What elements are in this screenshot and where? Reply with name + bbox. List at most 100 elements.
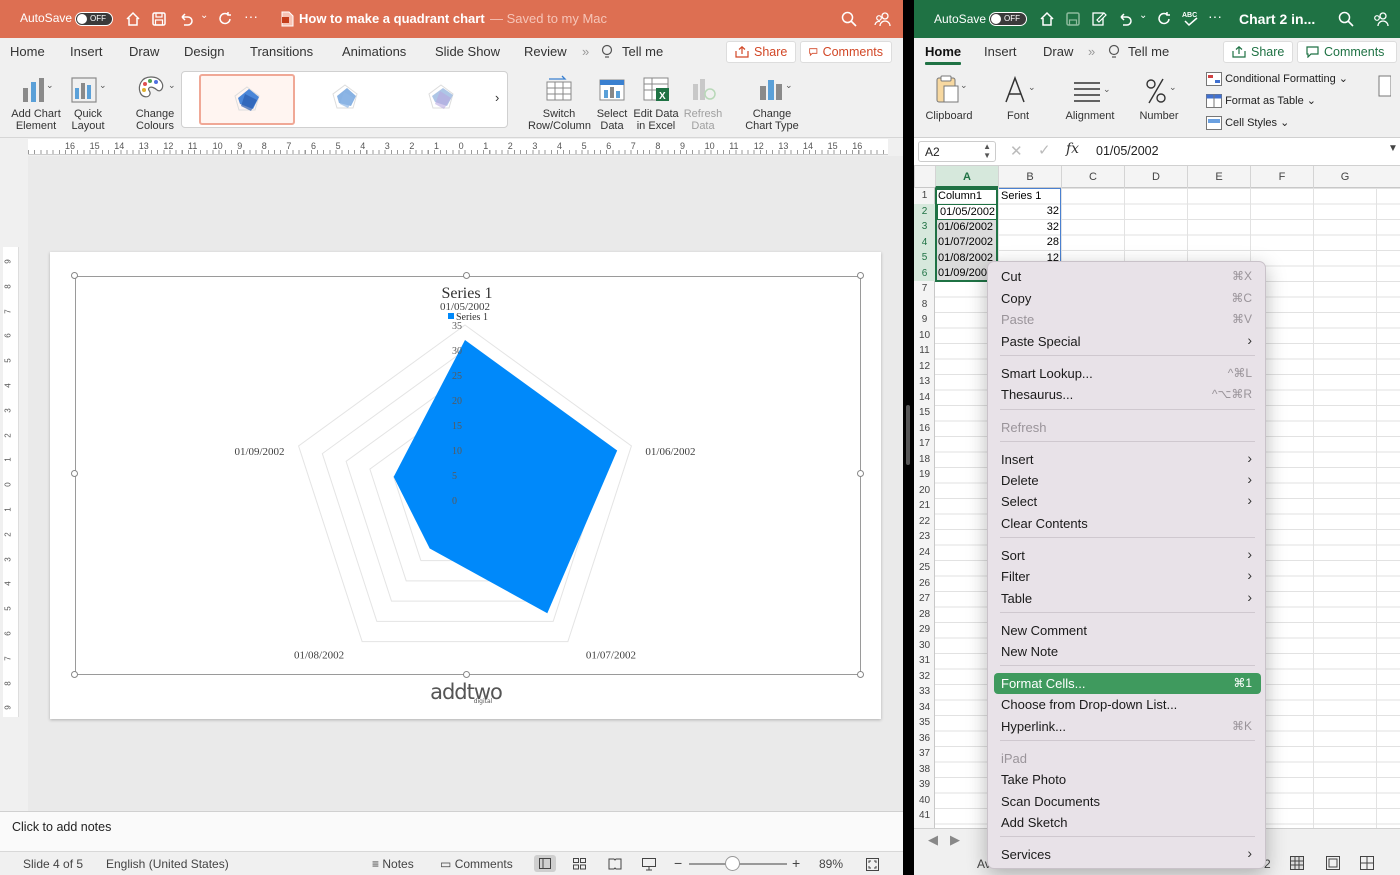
formula-input[interactable]: 01/05/2002 — [1096, 144, 1159, 158]
cell-a2[interactable]: 01/05/2002 — [937, 204, 997, 220]
column-header-b[interactable]: B — [998, 166, 1061, 188]
comments-button[interactable]: Comments — [1297, 41, 1397, 63]
page-layout-icon[interactable] — [1326, 856, 1340, 870]
row-header-7[interactable]: 7 — [914, 281, 935, 297]
row-header-23[interactable]: 23 — [914, 529, 935, 545]
font-button[interactable]: ⌄ Font — [994, 74, 1042, 122]
edit-icon[interactable] — [1091, 11, 1107, 27]
column-header-f[interactable]: F — [1250, 166, 1313, 188]
zoom-out-icon[interactable]: − — [674, 855, 682, 871]
autosave-toggle[interactable]: OFF — [75, 12, 113, 26]
clipboard-button[interactable]: ⌄ Clipboard — [924, 74, 974, 122]
row-header-37[interactable]: 37 — [914, 746, 935, 762]
reading-view-icon[interactable] — [608, 858, 622, 870]
autosave-toggle[interactable]: OFF — [989, 12, 1027, 26]
divider-grip[interactable] — [906, 405, 910, 465]
row-header-18[interactable]: 18 — [914, 452, 935, 468]
add-chart-element-button[interactable]: ⌄ Add Chart Element — [10, 74, 62, 132]
row-header-24[interactable]: 24 — [914, 545, 935, 561]
tab-insert[interactable]: Insert — [70, 44, 103, 59]
cell-styles-button[interactable]: Cell Styles ⌄ — [1206, 116, 1289, 131]
tab-design[interactable]: Design — [184, 44, 224, 59]
alignment-button[interactable]: ⌄ Alignment — [1062, 74, 1118, 122]
menu-item-filter[interactable]: Filter › — [994, 566, 1261, 587]
tab-slide-show[interactable]: Slide Show — [435, 44, 500, 59]
tab-insert[interactable]: Insert — [984, 44, 1017, 59]
cells-group-icon[interactable] — [1377, 74, 1391, 98]
fit-to-window-icon[interactable] — [866, 858, 879, 871]
cell-b1[interactable]: Series 1 — [999, 189, 1061, 205]
chart-style-1[interactable] — [199, 74, 295, 125]
column-header-g[interactable]: G — [1313, 166, 1376, 188]
row-header-27[interactable]: 27 — [914, 591, 935, 607]
menu-item-paste-special[interactable]: Paste Special › — [994, 331, 1261, 352]
formula-expand-icon[interactable]: ▼ — [1388, 143, 1398, 154]
split-view-divider[interactable] — [903, 0, 914, 875]
sheet-prev-icon[interactable]: ◀ — [928, 832, 938, 848]
menu-item-take-photo[interactable]: Take Photo — [994, 769, 1261, 790]
row-header-15[interactable]: 15 — [914, 405, 935, 421]
more-icon[interactable]: ··· — [244, 8, 258, 24]
tell-me-search[interactable]: Tell me — [622, 44, 663, 59]
row-header-30[interactable]: 30 — [914, 638, 935, 654]
home-icon[interactable] — [125, 11, 141, 27]
undo-icon[interactable] — [178, 11, 194, 27]
menu-item-paste[interactable]: Paste ⌘V — [994, 309, 1261, 330]
row-header-2[interactable]: 2 — [914, 203, 935, 219]
tab-transitions[interactable]: Transitions — [250, 44, 313, 59]
row-header-9[interactable]: 9 — [914, 312, 935, 328]
menu-item-services[interactable]: Services › — [994, 844, 1261, 865]
tab-draw[interactable]: Draw — [1043, 44, 1073, 59]
comments-toggle[interactable]: ▭ Comments — [440, 857, 513, 871]
function-icon[interactable]: fx — [1066, 141, 1079, 157]
save-icon[interactable] — [1065, 11, 1081, 27]
normal-view-icon[interactable] — [1290, 856, 1304, 870]
edit-data-in-excel-button[interactable]: X Edit Data in Excel — [632, 74, 680, 132]
menu-item-ipad[interactable]: iPad — [994, 748, 1261, 769]
menu-item-choose-from-drop-down-list[interactable]: Choose from Drop-down List... — [994, 694, 1261, 715]
menu-item-select[interactable]: Select › — [994, 491, 1261, 512]
normal-view-button[interactable] — [534, 855, 556, 872]
series-1-area[interactable] — [393, 340, 618, 614]
conditional-formatting-button[interactable]: Conditional Formatting ⌄ — [1206, 72, 1348, 87]
redo-icon[interactable] — [217, 11, 233, 27]
select-all-corner[interactable] — [914, 166, 935, 188]
row-header-1[interactable]: 1 — [914, 188, 935, 204]
share-button[interactable]: Share — [1223, 41, 1294, 63]
menu-item-scan-documents[interactable]: Scan Documents — [994, 791, 1261, 812]
gallery-next-icon[interactable]: › — [495, 90, 499, 105]
search-icon[interactable] — [1338, 11, 1354, 27]
menu-item-hyperlink[interactable]: Hyperlink... ⌘K — [994, 716, 1261, 737]
row-header-4[interactable]: 4 — [914, 234, 935, 250]
chart-title[interactable]: Series 1 — [441, 285, 492, 302]
menu-item-new-note[interactable]: New Note — [994, 641, 1261, 662]
notes-toggle[interactable]: ≡ Notes — [372, 857, 414, 871]
row-header-41[interactable]: 41 — [914, 808, 935, 824]
menu-item-cut[interactable]: Cut ⌘X — [994, 266, 1261, 287]
column-header-a[interactable]: A — [935, 166, 998, 188]
cell-b4[interactable]: 28 — [999, 235, 1061, 251]
row-header-36[interactable]: 36 — [914, 731, 935, 747]
language-status[interactable]: English (United States) — [106, 857, 229, 871]
row-header-35[interactable]: 35 — [914, 715, 935, 731]
column-header-d[interactable]: D — [1124, 166, 1187, 188]
row-header-5[interactable]: 5 — [914, 250, 935, 266]
menu-item-delete[interactable]: Delete › — [994, 470, 1261, 491]
number-button[interactable]: ⌄ Number — [1134, 74, 1184, 122]
row-header-19[interactable]: 19 — [914, 467, 935, 483]
share-button[interactable]: Share — [726, 41, 797, 63]
row-header-26[interactable]: 26 — [914, 576, 935, 592]
row-header-3[interactable]: 3 — [914, 219, 935, 235]
row-header-12[interactable]: 12 — [914, 359, 935, 375]
refresh-data-button[interactable]: Refresh Data — [682, 74, 724, 132]
redo-icon[interactable] — [1156, 11, 1172, 27]
tab-home[interactable]: Home — [925, 44, 961, 59]
cancel-icon[interactable]: ✕ — [1010, 142, 1023, 160]
menu-item-new-comment[interactable]: New Comment — [994, 620, 1261, 641]
undo-dropdown-icon[interactable]: ⌄ — [200, 10, 208, 21]
chart-style-2[interactable] — [299, 74, 395, 125]
row-header-11[interactable]: 11 — [914, 343, 935, 359]
tell-me-search[interactable]: Tell me — [1128, 44, 1169, 59]
menu-item-add-sketch[interactable]: Add Sketch — [994, 812, 1261, 833]
more-tabs-chevron-icon[interactable]: » — [1088, 44, 1095, 59]
